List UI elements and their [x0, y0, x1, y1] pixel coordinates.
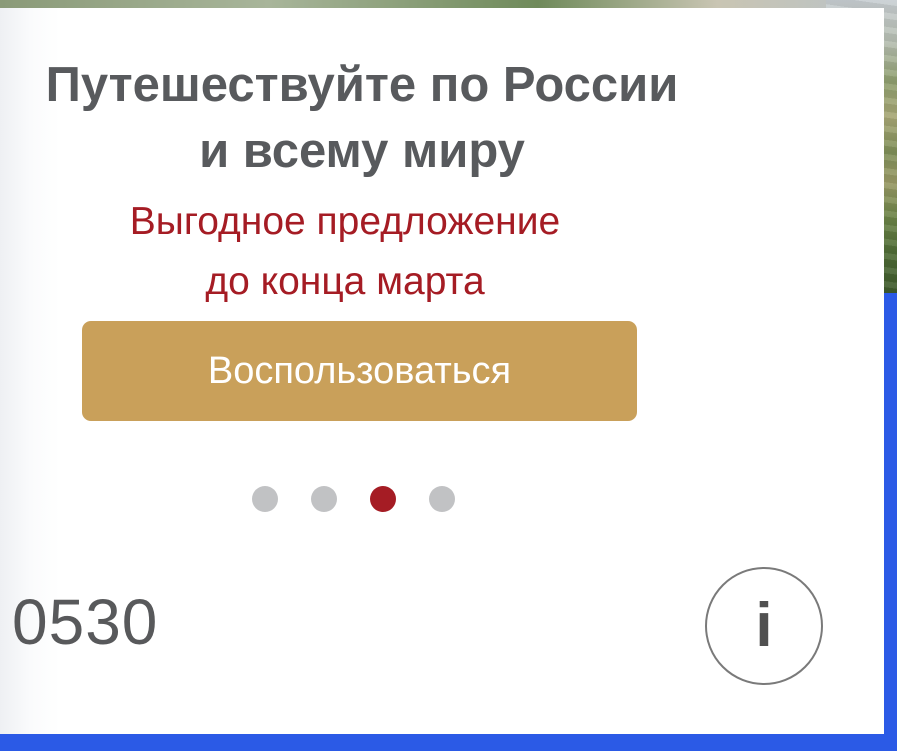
promo-offer-line-1: Выгодное предложение [129, 200, 561, 243]
info-icon: i [755, 591, 773, 660]
info-button[interactable]: i [705, 567, 823, 685]
carousel-dot-4[interactable] [429, 486, 455, 512]
promo-headline-line-2: и всему миру [199, 124, 525, 178]
use-offer-button[interactable]: Воспользоваться [82, 321, 637, 421]
promo-offer: Выгодное предложение до конца марта [0, 192, 690, 312]
app-frame: Путешествуйте по России и всему миру Выг… [0, 0, 897, 751]
promo-offer-line-2: до конца марта [205, 260, 485, 303]
carousel-dot-2[interactable] [311, 486, 337, 512]
frame-border-right [884, 293, 897, 751]
promo-card-extension [826, 293, 884, 734]
code-number: 0530 [12, 586, 159, 658]
carousel-dot-1[interactable] [252, 486, 278, 512]
carousel-pagination [252, 485, 455, 513]
frame-border-bottom [0, 734, 897, 751]
banner-photo-top [0, 0, 897, 8]
promo-headline-line-1: Путешествуйте по России [45, 58, 679, 112]
carousel-dot-3[interactable] [370, 486, 396, 512]
promo-headline: Путешествуйте по России и всему миру [0, 52, 724, 184]
